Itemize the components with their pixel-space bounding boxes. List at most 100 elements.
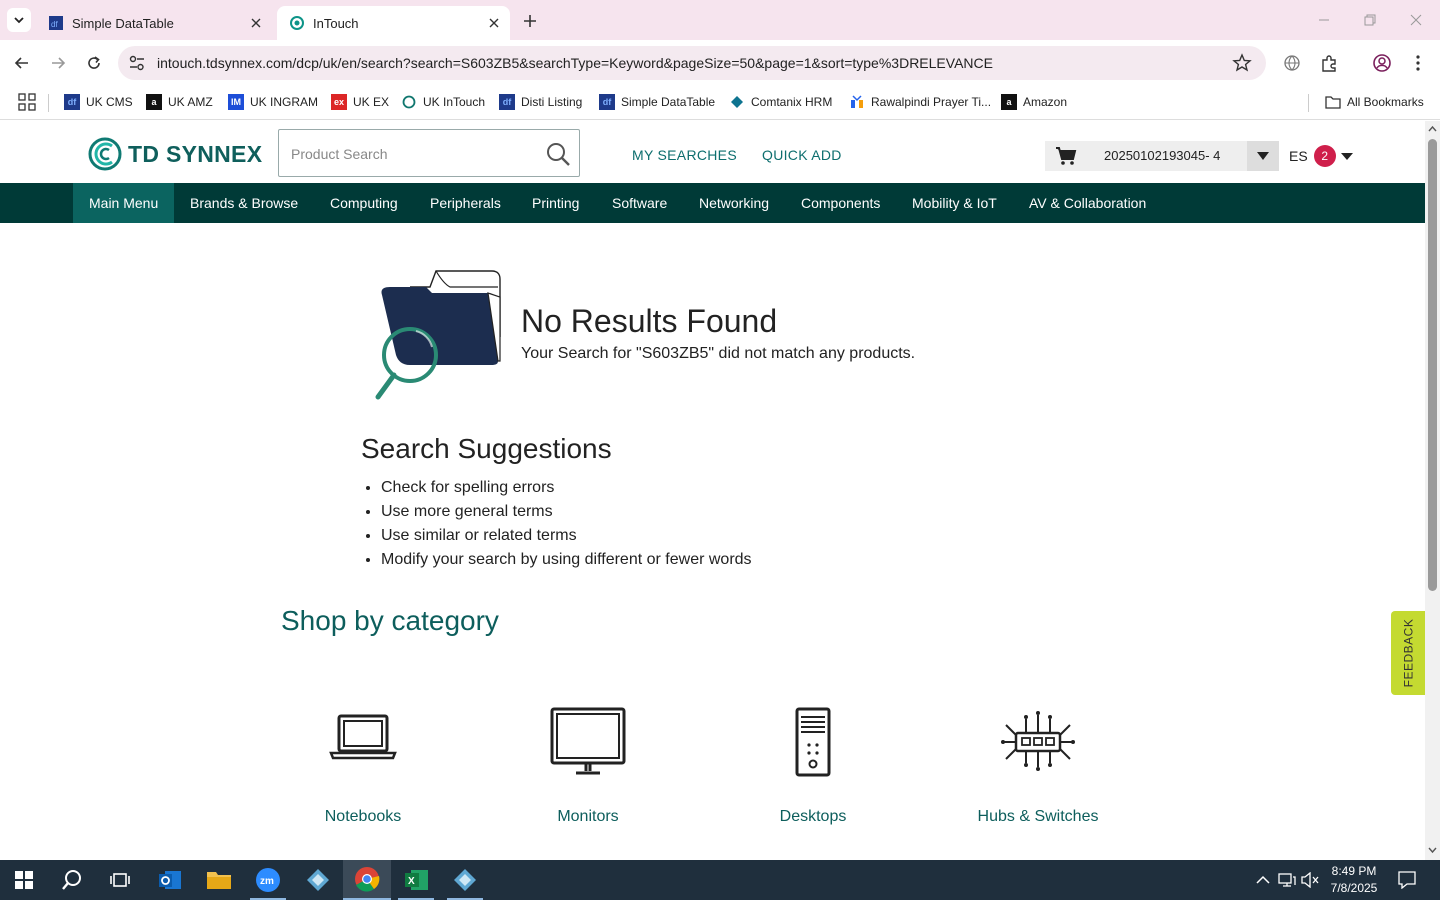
cart-selector[interactable]: 20250102193045- 4: [1045, 141, 1279, 171]
prayer-icon: [849, 94, 865, 110]
bookmark-uk-intouch[interactable]: UK InTouch: [401, 92, 485, 112]
page-scrollbar[interactable]: [1425, 121, 1440, 860]
td-synnex-logo[interactable]: TD SYNNEX: [88, 137, 262, 171]
nav-components[interactable]: Components: [801, 183, 880, 223]
svg-text:X: X: [408, 876, 415, 887]
monitor-icon: [550, 707, 626, 775]
clock-date: 7/8/2025: [1330, 881, 1378, 895]
scroll-up-icon[interactable]: [1428, 125, 1437, 133]
feedback-tab[interactable]: FEEDBACK: [1391, 611, 1425, 695]
product-search-input[interactable]: [291, 142, 541, 166]
account-menu[interactable]: ES 2: [1289, 145, 1354, 167]
amazon-icon: a: [146, 94, 162, 110]
taskbar-app-diamond-2[interactable]: [441, 860, 489, 900]
new-tab-button[interactable]: [519, 10, 541, 32]
bookmark-uk-amz[interactable]: a UK AMZ: [146, 92, 213, 112]
task-view-icon: [110, 873, 130, 887]
task-view-button[interactable]: [96, 860, 144, 900]
taskbar-search-button[interactable]: [48, 860, 96, 900]
tab-search-button[interactable]: [7, 8, 31, 32]
profile-icon[interactable]: [1371, 52, 1393, 74]
search-icon[interactable]: [545, 141, 571, 167]
no-results-folder-illustration: [375, 270, 501, 400]
volume-status[interactable]: [1300, 870, 1320, 890]
taskbar-excel[interactable]: X: [392, 860, 440, 900]
scrollbar-thumb[interactable]: [1428, 139, 1437, 591]
category-notebooks[interactable]: Notebooks: [263, 701, 463, 826]
df-icon: df: [48, 15, 64, 31]
df-icon: df: [599, 94, 615, 110]
bookmark-comtanix-hrm[interactable]: Comtanix HRM: [729, 92, 832, 112]
scroll-down-icon[interactable]: [1428, 846, 1437, 854]
translate-icon[interactable]: [1281, 52, 1303, 74]
show-hidden-icons[interactable]: [1253, 870, 1273, 890]
bookmark-rawalpindi-prayer[interactable]: Rawalpindi Prayer Ti...: [849, 92, 991, 112]
app-diamond-icon: [454, 869, 476, 891]
outlook-icon: [159, 871, 181, 889]
taskbar-app-diamond[interactable]: [294, 860, 342, 900]
notifications-button[interactable]: [1397, 870, 1417, 890]
bookmark-uk-cms[interactable]: df UK CMS: [64, 92, 133, 112]
cart-number: 20250102193045- 4: [1104, 148, 1221, 163]
network-status[interactable]: [1277, 870, 1297, 890]
close-icon[interactable]: [484, 13, 504, 33]
nav-networking[interactable]: Networking: [699, 183, 769, 223]
nav-software[interactable]: Software: [612, 183, 667, 223]
forward-button[interactable]: [44, 49, 72, 77]
close-window-button[interactable]: [1394, 5, 1438, 35]
quick-add-link[interactable]: QUICK ADD: [762, 147, 842, 163]
bookmark-uk-ex[interactable]: ex UK EX: [331, 92, 389, 112]
taskbar-zoom[interactable]: zm: [244, 860, 292, 900]
windows-taskbar: zm X 8:49 PM 7/8/2025: [0, 860, 1440, 900]
no-results-message: Your Search for "S603ZB5" did not match …: [521, 345, 916, 362]
cart-dropdown-button[interactable]: [1247, 141, 1279, 171]
site-info-icon[interactable]: [128, 54, 146, 72]
my-searches-link[interactable]: MY SEARCHES: [632, 147, 737, 163]
minimize-button[interactable]: [1302, 5, 1346, 35]
menu-kebab-icon[interactable]: [1407, 52, 1429, 74]
bookmark-disti-listing[interactable]: df Disti Listing: [499, 92, 582, 112]
nav-mobility-iot[interactable]: Mobility & IoT: [912, 183, 997, 223]
nav-computing[interactable]: Computing: [330, 183, 398, 223]
nav-brands-browse[interactable]: Brands & Browse: [190, 183, 298, 223]
extensions-icon[interactable]: [1318, 52, 1340, 74]
tab-title: InTouch: [313, 15, 359, 31]
zoom-icon: zm: [256, 868, 280, 892]
cart-icon: [1056, 147, 1077, 165]
close-icon[interactable]: [246, 13, 266, 33]
bookmark-star-icon[interactable]: [1232, 53, 1252, 73]
taskbar-chrome[interactable]: [343, 860, 391, 900]
plus-icon: [524, 15, 536, 27]
tab-intouch[interactable]: InTouch: [277, 6, 510, 40]
bookmark-simple-datatable[interactable]: df Simple DataTable: [599, 92, 715, 112]
nav-printing[interactable]: Printing: [532, 183, 579, 223]
notification-icon: [1398, 871, 1416, 889]
url-text: intouch.tdsynnex.com/dcp/uk/en/search?se…: [157, 55, 993, 71]
ex-icon: ex: [331, 94, 347, 110]
browser-toolbar: intouch.tdsynnex.com/dcp/uk/en/search?se…: [0, 40, 1440, 86]
apps-grid-icon[interactable]: [18, 93, 36, 111]
bookmark-uk-ingram[interactable]: IM UK INGRAM: [228, 92, 318, 112]
brand-name: TD SYNNEX: [128, 140, 263, 167]
address-bar[interactable]: intouch.tdsynnex.com/dcp/uk/en/search?se…: [118, 46, 1266, 80]
chevron-down-icon: [14, 17, 24, 24]
tab-simple-datatable[interactable]: df Simple DataTable: [36, 6, 272, 40]
restore-button[interactable]: [1348, 5, 1392, 35]
category-desktops[interactable]: Desktops: [713, 701, 913, 826]
category-hubs-switches[interactable]: Hubs & Switches: [938, 701, 1138, 826]
all-bookmarks[interactable]: All Bookmarks: [1325, 92, 1424, 112]
bookmark-amazon[interactable]: a Amazon: [1001, 92, 1067, 112]
nav-av-collaboration[interactable]: AV & Collaboration: [1029, 183, 1146, 223]
taskbar-outlook[interactable]: [146, 860, 194, 900]
taskbar-clock[interactable]: 8:49 PM 7/8/2025: [1322, 863, 1386, 897]
feedback-label: FEEDBACK: [1401, 618, 1415, 688]
reload-button[interactable]: [80, 49, 108, 77]
taskbar-file-explorer[interactable]: [195, 860, 243, 900]
browser-tab-bar: df Simple DataTable InTouch: [0, 0, 1440, 40]
back-button[interactable]: [8, 49, 36, 77]
start-button[interactable]: [0, 860, 48, 900]
minimize-icon: [1319, 19, 1329, 21]
category-monitors[interactable]: Monitors: [488, 701, 688, 826]
nav-peripherals[interactable]: Peripherals: [430, 183, 501, 223]
nav-main-menu[interactable]: Main Menu: [73, 183, 175, 223]
